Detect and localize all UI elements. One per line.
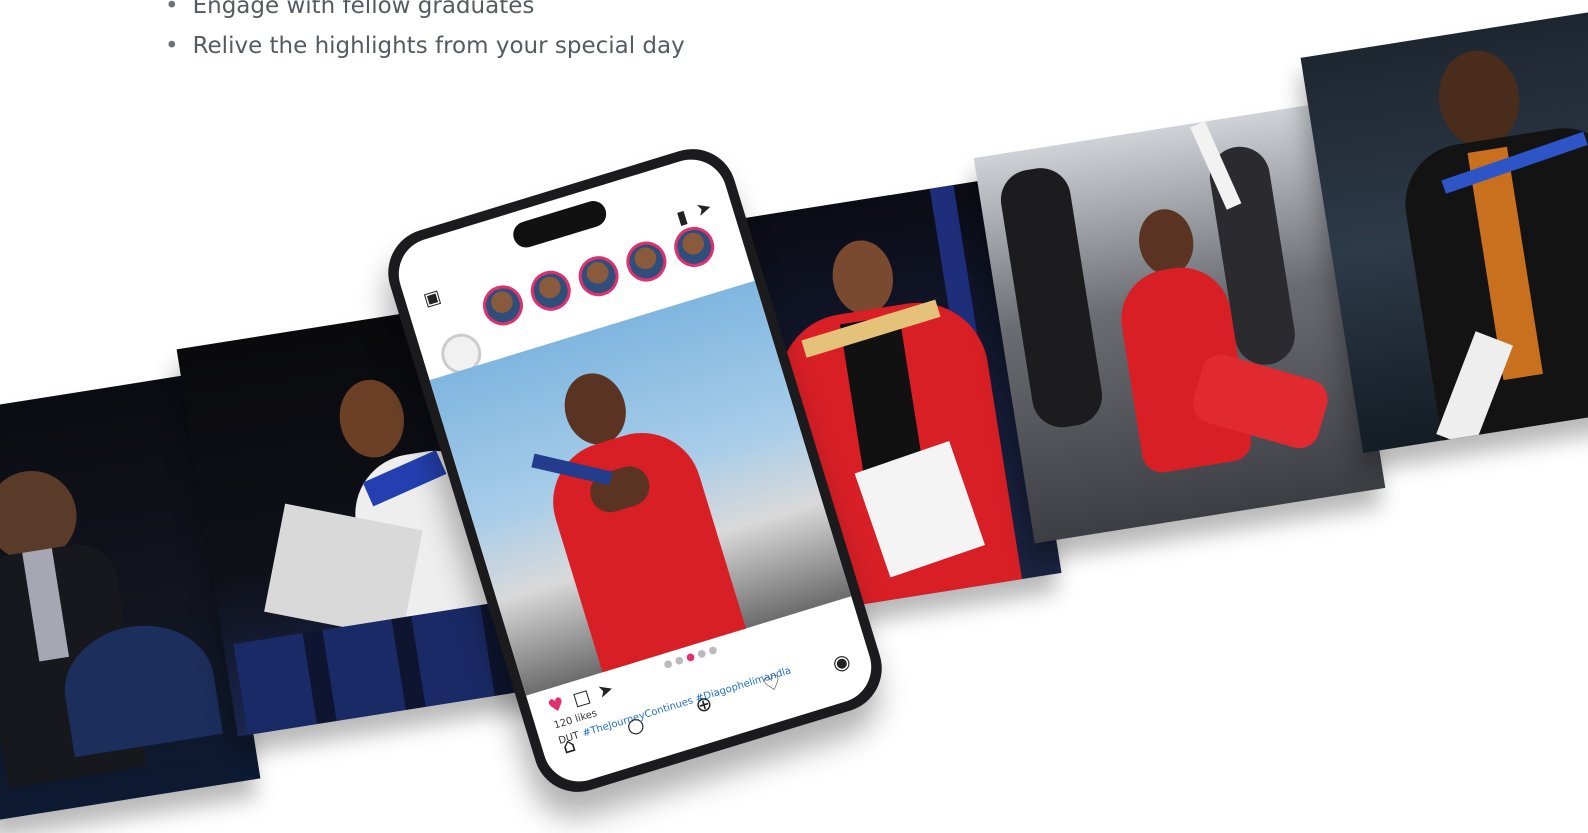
home-icon[interactable]: ⌂ xyxy=(559,732,578,759)
story-avatar[interactable] xyxy=(573,251,624,302)
story-avatar[interactable] xyxy=(477,280,528,331)
add-post-icon[interactable]: ⊕ xyxy=(692,690,715,718)
dynamic-island xyxy=(510,197,610,251)
direct-message-icon[interactable]: ➤ xyxy=(694,197,715,221)
story-avatar[interactable] xyxy=(621,236,672,287)
profile-icon[interactable]: ◉ xyxy=(829,648,853,676)
tv-icon[interactable]: ▮ xyxy=(674,206,690,229)
story-avatar[interactable] xyxy=(525,265,576,316)
bullet-engage: Engage with fellow graduates xyxy=(165,0,685,26)
feature-bullets: Engage with fellow graduates Relive the … xyxy=(165,0,685,66)
camera-icon[interactable]: ▣ xyxy=(421,286,443,311)
activity-heart-icon[interactable]: ♡ xyxy=(760,669,784,697)
search-icon[interactable]: ○ xyxy=(623,711,647,739)
bullet-relive: Relive the highlights from your special … xyxy=(165,26,685,66)
story-avatar[interactable] xyxy=(669,221,720,272)
